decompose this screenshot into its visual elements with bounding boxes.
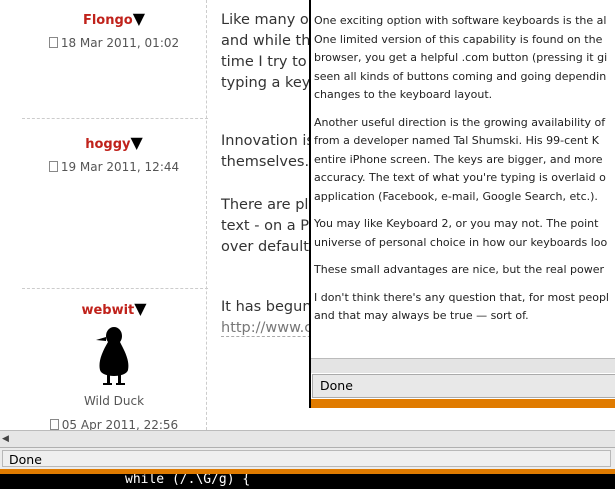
column-divider	[206, 0, 207, 430]
article-line: browser, you get a helpful .com button (…	[314, 51, 608, 64]
author-menu-icon[interactable]: ▼	[133, 9, 145, 28]
article-paragraph: Another useful direction is the growing …	[314, 114, 615, 207]
comment-date: 19 Mar 2011, 12:44	[22, 160, 206, 174]
article-paragraph: I don't think there's any question that,…	[314, 289, 615, 326]
horizontal-scrollbar[interactable]: ◀	[0, 430, 615, 447]
status-text: Done	[312, 374, 615, 398]
article-line: You may like Keyboard 2, or you may not.…	[314, 217, 599, 230]
scroll-left-icon[interactable]: ◀	[2, 433, 12, 444]
comment-author-block: webwit▼ Wild Duck 05 Apr 2011, 22:56	[22, 299, 206, 430]
author-menu-icon[interactable]: ▼	[134, 299, 146, 318]
comment-date-text[interactable]: 19 Mar 2011, 12:44	[61, 160, 179, 174]
article-line: Another useful direction is the growing …	[314, 115, 606, 129]
article-line: application (Facebook, e-mail, Google Se…	[314, 189, 598, 203]
article-line: accuracy. The text of what you're typing…	[314, 171, 606, 184]
article-content: One exciting option with software keyboa…	[314, 12, 615, 335]
article-line: changes to the keyboard layout.	[314, 88, 493, 101]
comment-date: 05 Apr 2011, 22:56	[22, 418, 206, 430]
article-line: One exciting option with software keyboa…	[314, 14, 607, 27]
article-line: from a developer named Tal Shumski. His …	[314, 134, 599, 147]
terminal-window[interactable]: while (/.\G/g) {	[0, 474, 615, 489]
author-link[interactable]: hoggy	[85, 137, 130, 152]
article-line: seen all kinds of buttons coming and goi…	[314, 69, 607, 83]
author-menu-icon[interactable]: ▼	[130, 133, 142, 152]
comment-date-text[interactable]: 05 Apr 2011, 22:56	[62, 418, 178, 430]
comment-separator	[22, 288, 208, 289]
article-line: universe of personal choice in how our k…	[314, 235, 608, 249]
article-line: One limited version of this capability i…	[314, 32, 603, 46]
article-line: I don't think there's any question that,…	[314, 290, 609, 304]
comment-date: 18 Mar 2011, 01:02	[22, 36, 206, 50]
permalink-icon[interactable]	[49, 419, 59, 430]
comment-link[interactable]: http://www.cu	[221, 320, 322, 337]
article-line: entire iPhone screen. The keys are bigge…	[314, 152, 603, 166]
article-paragraph: One exciting option with software keyboa…	[314, 12, 615, 105]
permalink-icon[interactable]	[48, 161, 58, 172]
user-title: Wild Duck	[83, 394, 145, 408]
article-line: and that may always be true — sort of.	[314, 309, 529, 322]
comment-date-text[interactable]: 18 Mar 2011, 01:02	[61, 36, 179, 50]
duck-avatar-icon[interactable]	[92, 322, 136, 388]
terminal-line: while (/.\G/g) {	[125, 474, 251, 487]
comment-author-block: hoggy▼ 19 Mar 2011, 12:44	[22, 133, 206, 174]
horizontal-scrollbar[interactable]	[311, 358, 615, 373]
window-border	[311, 399, 615, 408]
comment-author-block: Flongo▼ 18 Mar 2011, 01:02	[22, 9, 206, 50]
article-window[interactable]: One exciting option with software keyboa…	[309, 0, 615, 408]
article-line: These small advantages are nice, but the…	[314, 263, 605, 276]
author-link[interactable]: webwit	[81, 303, 134, 318]
article-paragraph: You may like Keyboard 2, or you may not.…	[314, 215, 615, 252]
status-bar: Done	[0, 447, 615, 470]
comment-separator	[22, 118, 208, 119]
author-link[interactable]: Flongo	[83, 13, 133, 28]
status-text: Done	[2, 450, 611, 467]
article-paragraph: These small advantages are nice, but the…	[314, 261, 615, 280]
permalink-icon[interactable]	[48, 37, 58, 48]
